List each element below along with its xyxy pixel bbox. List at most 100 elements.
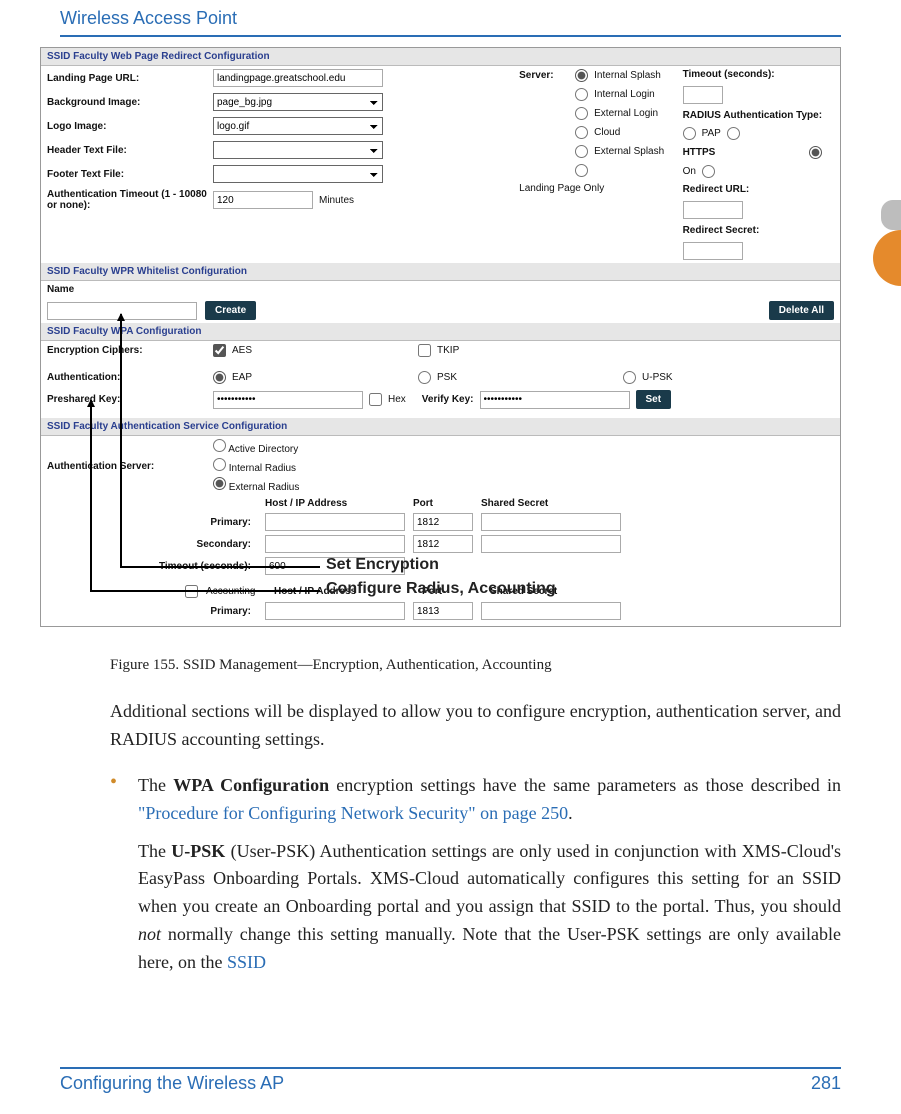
server-radio[interactable] bbox=[575, 107, 588, 120]
text: (User-PSK) Authentication settings are o… bbox=[138, 841, 841, 917]
bg-select[interactable]: page_bg.jpg bbox=[213, 93, 383, 111]
arrow bbox=[120, 314, 122, 566]
side-tab-grey bbox=[881, 200, 901, 230]
page-number: 281 bbox=[811, 1073, 841, 1094]
label: Timeout (seconds): bbox=[683, 69, 803, 80]
label: Logo Image: bbox=[47, 121, 207, 132]
primary-port[interactable] bbox=[413, 513, 473, 531]
auth-radio[interactable] bbox=[213, 371, 226, 384]
arrow bbox=[90, 400, 92, 590]
primary-secret[interactable] bbox=[481, 513, 621, 531]
secondary-secret[interactable] bbox=[481, 535, 621, 553]
text: The bbox=[138, 841, 171, 861]
footer-rule bbox=[60, 1067, 841, 1069]
label: Authentication: bbox=[47, 372, 207, 383]
text: encryption settings have the same parame… bbox=[329, 775, 841, 795]
opt: PAP bbox=[702, 128, 721, 139]
server-radio[interactable] bbox=[575, 69, 588, 82]
text: not bbox=[138, 924, 161, 944]
preshared-key-input[interactable] bbox=[213, 391, 363, 409]
running-head: Wireless Access Point bbox=[0, 0, 901, 35]
acct-port[interactable] bbox=[413, 602, 473, 620]
col: Host / IP Address bbox=[265, 498, 405, 509]
text: . bbox=[568, 803, 573, 823]
label: Header Text File: bbox=[47, 145, 207, 156]
redirect-url-input[interactable] bbox=[683, 201, 743, 219]
figure-caption: Figure 155. SSID Management—Encryption, … bbox=[110, 657, 901, 674]
label: RADIUS Authentication Type: bbox=[683, 110, 833, 121]
side-tab-orange bbox=[873, 230, 901, 286]
label: Authentication Server: bbox=[47, 461, 207, 472]
opt: U-PSK bbox=[642, 372, 673, 383]
opt: AES bbox=[232, 345, 252, 356]
bullet-item: • The WPA Configuration encryption setti… bbox=[110, 772, 841, 977]
col-name: Name bbox=[47, 284, 74, 295]
primary-host[interactable] bbox=[265, 513, 405, 531]
opt: Internal Splash bbox=[594, 70, 661, 81]
tkip-checkbox[interactable] bbox=[418, 344, 431, 357]
text: The bbox=[138, 775, 173, 795]
bullet-dot: • bbox=[110, 772, 138, 977]
arrow bbox=[120, 566, 320, 568]
server-radio[interactable] bbox=[575, 145, 588, 158]
authsrv-radio[interactable] bbox=[213, 458, 226, 471]
server-radio[interactable] bbox=[575, 126, 588, 139]
delete-all-button[interactable]: Delete All bbox=[769, 301, 834, 320]
radius-type[interactable] bbox=[683, 127, 696, 140]
authsrv-radio[interactable] bbox=[213, 477, 226, 490]
https-radio[interactable] bbox=[809, 146, 822, 159]
label: HTTPS bbox=[683, 147, 803, 158]
create-button[interactable]: Create bbox=[205, 301, 256, 320]
callout-configure-radius: Configure Radius, Accounting bbox=[326, 580, 556, 598]
label: Secondary: bbox=[47, 539, 257, 550]
opt: Active Directory bbox=[228, 444, 298, 455]
label: Landing Page URL: bbox=[47, 73, 207, 84]
label: Authentication Timeout (1 - 10080 or non… bbox=[47, 189, 207, 211]
authsrv-radio[interactable] bbox=[213, 439, 226, 452]
col: Port bbox=[413, 498, 473, 509]
set-button[interactable]: Set bbox=[636, 390, 672, 409]
section-whitelist: SSID Faculty WPR Whitelist Configuration bbox=[41, 263, 840, 281]
verify-key-input[interactable] bbox=[480, 391, 630, 409]
header-rule bbox=[60, 35, 841, 37]
opt: TKIP bbox=[437, 345, 459, 356]
radius-type[interactable] bbox=[727, 127, 740, 140]
secondary-port[interactable] bbox=[413, 535, 473, 553]
link[interactable]: "Procedure for Configuring Network Secur… bbox=[138, 803, 568, 823]
redirect-secret-input[interactable] bbox=[683, 242, 743, 260]
screenshot: SSID Faculty Web Page Redirect Configura… bbox=[40, 47, 841, 627]
label: Verify Key: bbox=[422, 394, 474, 405]
label: Redirect Secret: bbox=[683, 225, 803, 236]
opt: Internal Login bbox=[594, 89, 655, 100]
acct-secret[interactable] bbox=[481, 602, 621, 620]
unit: Minutes bbox=[319, 195, 354, 206]
landing-url-input[interactable] bbox=[213, 69, 383, 87]
hex-checkbox[interactable] bbox=[369, 393, 382, 406]
auth-timeout-input[interactable] bbox=[213, 191, 313, 209]
footer-section: Configuring the Wireless AP bbox=[60, 1073, 284, 1094]
timeout-input[interactable] bbox=[683, 86, 723, 104]
secondary-host[interactable] bbox=[265, 535, 405, 553]
label: Primary: bbox=[47, 517, 257, 528]
link[interactable]: SSID bbox=[227, 952, 266, 972]
opt: On bbox=[683, 166, 696, 177]
opt: External Splash bbox=[594, 146, 664, 157]
logo-select[interactable]: logo.gif bbox=[213, 117, 383, 135]
header-select[interactable] bbox=[213, 141, 383, 159]
section-webredirect: SSID Faculty Web Page Redirect Configura… bbox=[41, 48, 840, 66]
acct-host[interactable] bbox=[265, 602, 405, 620]
callout-set-encryption: Set Encryption bbox=[326, 556, 439, 574]
footer-select[interactable] bbox=[213, 165, 383, 183]
https-radio[interactable] bbox=[702, 165, 715, 178]
opt: Cloud bbox=[594, 127, 620, 138]
label: Footer Text File: bbox=[47, 169, 207, 180]
section-wpa: SSID Faculty WPA Configuration bbox=[41, 323, 840, 341]
aes-checkbox[interactable] bbox=[213, 344, 226, 357]
server-radio[interactable] bbox=[575, 164, 588, 177]
server-radio[interactable] bbox=[575, 88, 588, 101]
opt: EAP bbox=[232, 372, 252, 383]
col: Shared Secret bbox=[481, 498, 621, 509]
auth-radio[interactable] bbox=[418, 371, 431, 384]
auth-radio[interactable] bbox=[623, 371, 636, 384]
label: Server: bbox=[519, 70, 569, 81]
